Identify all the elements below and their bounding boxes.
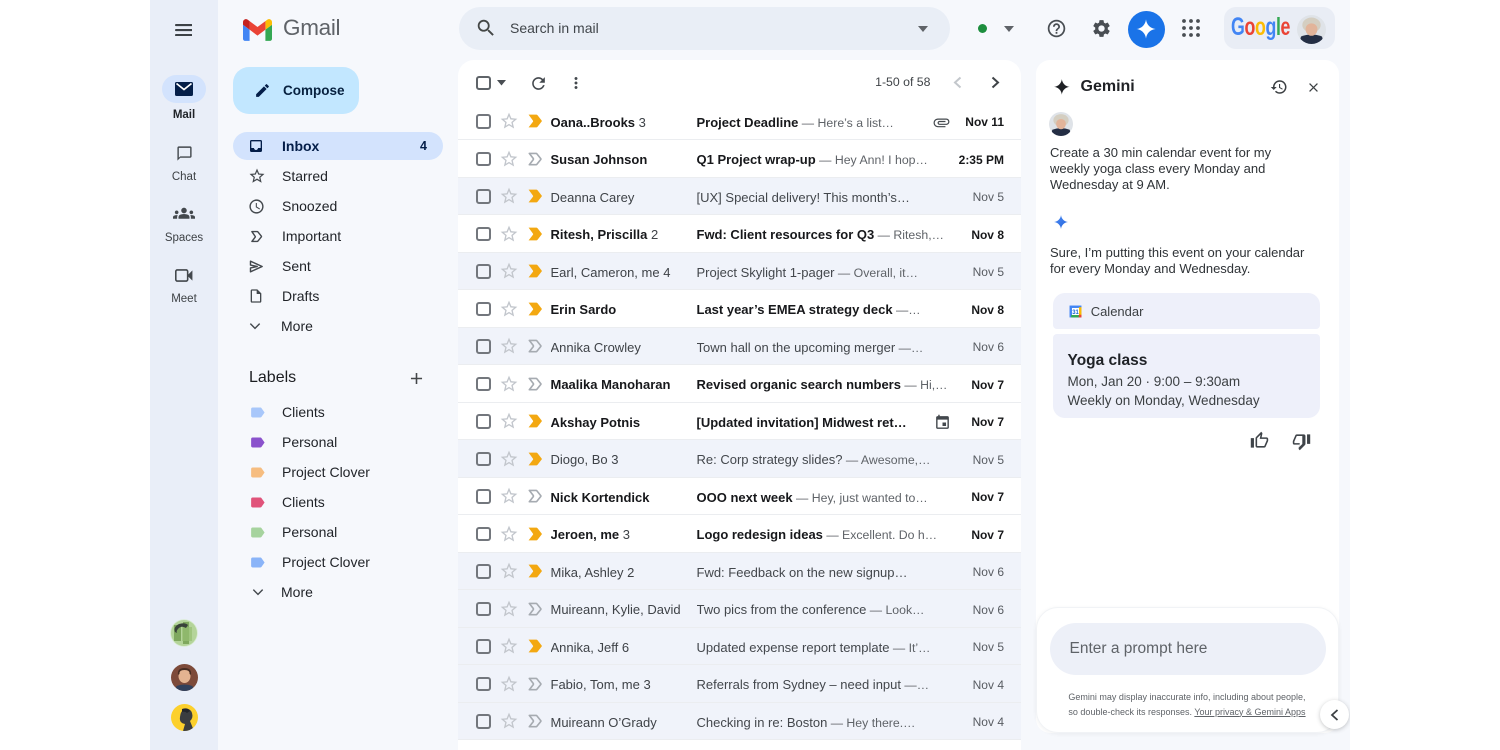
svg-text:31: 31 [1072,310,1079,316]
